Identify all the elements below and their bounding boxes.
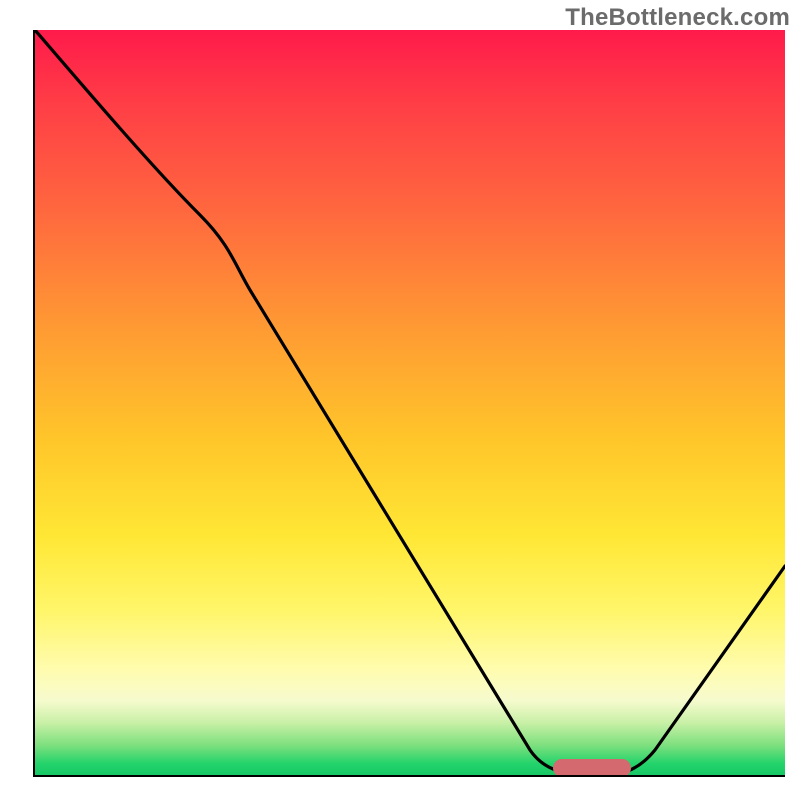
y-axis-line: [33, 30, 35, 777]
bottleneck-curve: [35, 30, 785, 774]
x-axis-line: [35, 775, 785, 777]
watermark-text: TheBottleneck.com: [565, 4, 790, 32]
plot-area: [35, 30, 785, 775]
curve-svg: [35, 30, 785, 775]
